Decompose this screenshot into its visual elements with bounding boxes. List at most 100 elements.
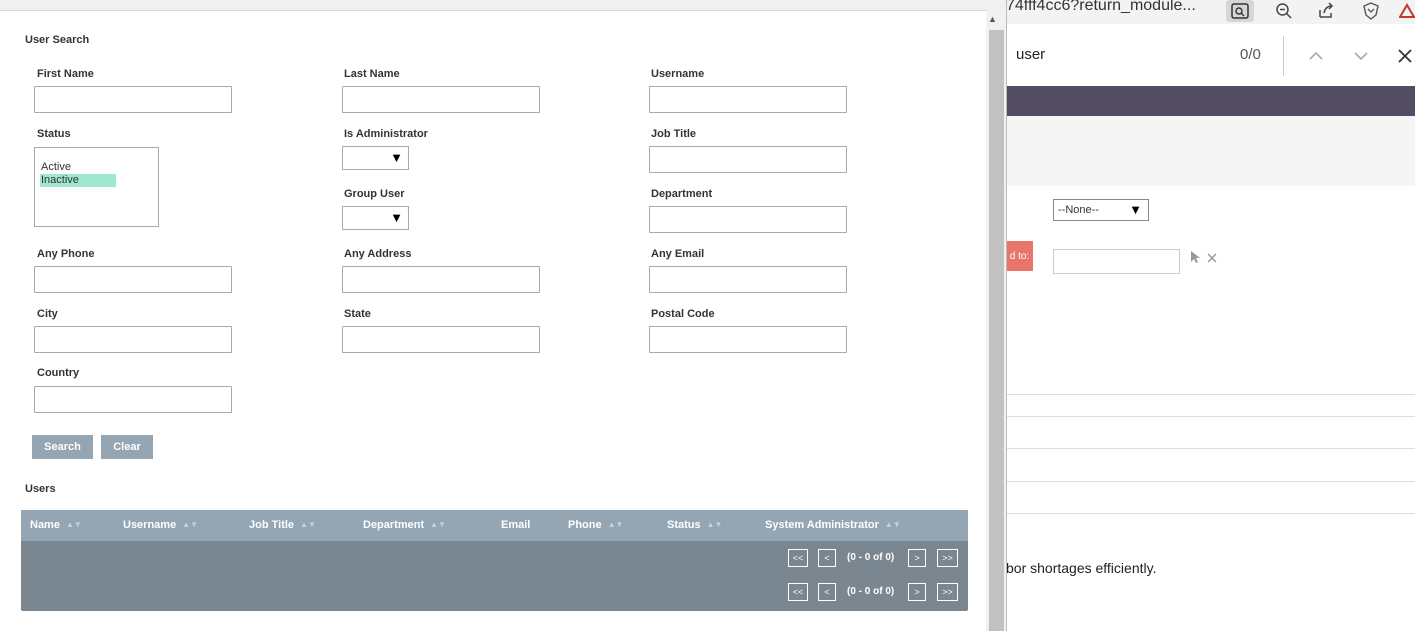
postal-code-input[interactable] <box>649 326 847 353</box>
pager-last-button[interactable]: >> <box>937 549 958 567</box>
pager-first-button[interactable]: << <box>788 583 808 601</box>
select-pointer-icon[interactable] <box>1189 250 1201 267</box>
search-button[interactable]: Search <box>32 435 93 459</box>
users-table: Name ▲▼ Username ▲▼ Job Title ▲▼ Department… <box>21 510 968 611</box>
city-input[interactable] <box>34 326 232 353</box>
username-input[interactable] <box>649 86 847 113</box>
any-phone-input[interactable] <box>34 266 232 293</box>
status-listbox[interactable]: Active Inactive <box>34 147 159 227</box>
find-in-page-icon[interactable] <box>1226 0 1254 22</box>
address-bar-url[interactable]: 74fff4cc6?return_module... <box>1006 0 1196 15</box>
divider-line <box>1006 481 1415 482</box>
first-name-label: First Name <box>37 68 94 80</box>
last-name-input[interactable] <box>342 86 540 113</box>
state-label: State <box>344 308 371 320</box>
divider-line <box>1006 513 1415 514</box>
chevron-down-icon: ▼ <box>390 210 403 225</box>
share-icon[interactable] <box>1312 0 1340 22</box>
find-previous-button[interactable] <box>1304 44 1328 68</box>
sort-icon[interactable]: ▲▼ <box>182 520 198 529</box>
assigned-to-input[interactable] <box>1053 249 1180 274</box>
sort-icon[interactable]: ▲▼ <box>300 520 316 529</box>
divider-line <box>1006 394 1415 395</box>
country-label: Country <box>37 367 80 379</box>
brave-rewards-icon[interactable] <box>1398 0 1415 22</box>
column-header-username[interactable]: Username ▲▼ <box>123 519 198 531</box>
is-administrator-select[interactable]: ▼ <box>342 146 409 170</box>
divider-line <box>1006 416 1415 417</box>
column-header-label: Status <box>667 519 701 531</box>
first-name-input[interactable] <box>34 86 232 113</box>
find-divider <box>1283 36 1284 76</box>
scroll-up-icon[interactable]: ▲ <box>988 14 997 24</box>
find-match-count: 0/0 <box>1240 46 1261 63</box>
column-header-department[interactable]: Department ▲▼ <box>363 519 446 531</box>
group-user-select[interactable]: ▼ <box>342 206 409 230</box>
city-label: City <box>37 308 58 320</box>
any-phone-label: Any Phone <box>37 248 95 260</box>
sort-icon[interactable]: ▲▼ <box>66 520 82 529</box>
pager-info: (0 - 0 of 0) <box>847 586 895 597</box>
sort-icon[interactable]: ▲▼ <box>430 520 446 529</box>
any-email-label: Any Email <box>651 248 705 260</box>
column-header-name[interactable]: Name ▲▼ <box>30 519 82 531</box>
users-table-header: Name ▲▼ Username ▲▼ Job Title ▲▼ Department… <box>21 510 968 541</box>
pager-info: (0 - 0 of 0) <box>847 552 895 563</box>
column-header-phone[interactable]: Phone ▲▼ <box>568 519 623 531</box>
column-header-job-title[interactable]: Job Title ▲▼ <box>249 519 316 531</box>
postal-code-label: Postal Code <box>651 308 715 320</box>
pager-first-button[interactable]: << <box>788 549 808 567</box>
app-subheader <box>1006 116 1415 186</box>
find-query-text[interactable]: user <box>1016 46 1045 63</box>
any-address-input[interactable] <box>342 266 540 293</box>
background-select-value: --None-- <box>1058 204 1099 216</box>
any-email-input[interactable] <box>649 266 847 293</box>
scrollbar-thumb[interactable] <box>989 30 1004 631</box>
background-description-text: bor shortages efficiently. <box>1006 560 1157 576</box>
column-header-label: Email <box>501 519 531 531</box>
modal-top-bar <box>0 0 1006 11</box>
group-user-label: Group User <box>344 188 405 200</box>
job-title-input[interactable] <box>649 146 847 173</box>
status-option-active[interactable]: Active <box>35 161 158 174</box>
country-input[interactable] <box>34 386 232 413</box>
column-header-status[interactable]: Status ▲▼ <box>667 519 722 531</box>
column-header-label: System Administrator <box>765 519 879 531</box>
sort-icon[interactable]: ▲▼ <box>885 520 901 529</box>
background-select[interactable]: --None-- ▼ <box>1053 199 1149 221</box>
pager-next-button[interactable]: > <box>908 583 926 601</box>
clear-button[interactable]: Clear <box>101 435 153 459</box>
department-input[interactable] <box>649 206 847 233</box>
sort-icon[interactable]: ▲▼ <box>608 520 624 529</box>
column-header-email: Email <box>501 519 530 531</box>
chevron-down-icon: ▼ <box>390 150 403 165</box>
any-address-label: Any Address <box>344 248 412 260</box>
find-next-button[interactable] <box>1349 44 1373 68</box>
chevron-down-icon: ▼ <box>1129 202 1142 217</box>
pager-prev-button[interactable]: < <box>818 583 836 601</box>
column-header-label: Name <box>30 519 60 531</box>
department-label: Department <box>651 188 713 200</box>
brave-shield-icon[interactable] <box>1357 0 1385 22</box>
last-name-label: Last Name <box>344 68 400 80</box>
column-header-system-administrator[interactable]: System Administrator ▲▼ <box>765 519 901 531</box>
pager-last-button[interactable]: >> <box>937 583 958 601</box>
pager-prev-button[interactable]: < <box>818 549 836 567</box>
find-close-icon[interactable] <box>1393 44 1415 68</box>
user-search-modal: ▲ User Search First Name Status Active I… <box>0 0 1007 631</box>
sort-icon[interactable]: ▲▼ <box>707 520 723 529</box>
assigned-to-label: d to: <box>1006 241 1033 271</box>
column-header-label: Department <box>363 519 425 531</box>
state-input[interactable] <box>342 326 540 353</box>
column-header-label: Job Title <box>249 519 295 531</box>
status-label: Status <box>37 128 71 140</box>
clear-x-icon[interactable] <box>1207 250 1217 266</box>
user-search-title: User Search <box>25 34 90 46</box>
pager-bottom: << < (0 - 0 of 0) > >> <box>21 583 968 605</box>
divider-line <box>1006 448 1415 449</box>
column-header-label: Phone <box>568 519 602 531</box>
status-option-inactive[interactable]: Inactive <box>40 174 116 187</box>
pager-next-button[interactable]: > <box>908 549 926 567</box>
zoom-out-icon[interactable] <box>1270 0 1298 22</box>
is-administrator-label: Is Administrator <box>344 128 428 140</box>
